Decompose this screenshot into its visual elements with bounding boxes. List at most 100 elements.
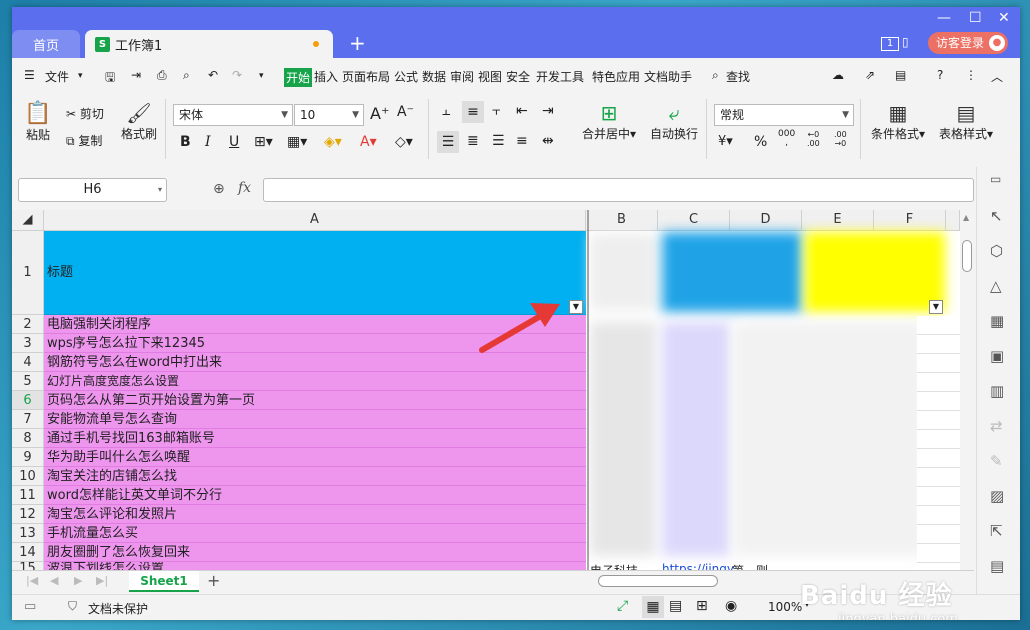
cell-a[interactable]: 幻灯片高度宽度怎么设置 [44,372,586,391]
chart-icon[interactable]: ▥ [990,382,1004,400]
decrease-decimal-icon[interactable]: .00 →0 [834,130,847,148]
filter-dropdown-icon[interactable]: ▼ [929,300,943,314]
minimize-icon[interactable]: — [937,10,951,26]
cell-a[interactable]: word怎样能让英文单词不分行 [44,486,586,505]
save-icon[interactable]: 🖫 [105,68,115,89]
tab-workbook[interactable]: S 工作簿1 [85,30,333,58]
column-header-d[interactable]: D [730,210,802,231]
cut-button[interactable]: ✂ 剪切 [66,105,104,122]
print-preview-icon[interactable]: ⌕ [183,68,190,83]
row-header[interactable]: 7 [12,410,44,429]
column-header-g[interactable] [946,210,960,231]
cell-a[interactable]: 波浪下划线怎么设置 [44,562,586,570]
align-center-icon[interactable]: ≣ [467,133,479,149]
wrap-text-button[interactable]: ⤶ 自动换行 [648,101,700,142]
column-header-b[interactable]: B [586,210,658,231]
vertical-scroll-thumb[interactable] [962,240,972,272]
menu-home[interactable]: 开始 [284,68,313,87]
percent-icon[interactable]: % [754,134,767,150]
cell-a[interactable]: 页码怎么从第二页开始设置为第一页 [44,391,586,410]
select-all-corner[interactable]: ◢ [12,210,44,231]
menu-formula[interactable]: 公式 [394,68,418,85]
hamburger-icon[interactable]: ☰ [24,68,35,82]
format-painter-button[interactable]: 🖌 格式刷 [119,101,159,142]
horizontal-scroll-thumb[interactable] [598,575,718,587]
collaboration-icon[interactable]: ▤ [895,68,906,82]
style-icon[interactable]: △ [990,277,1002,295]
cell-a[interactable]: 淘宝关注的店铺怎么找 [44,467,586,486]
border-icon[interactable]: ⊞▾ [254,134,273,150]
cell-a[interactable]: 淘宝怎么评论和发照片 [44,505,586,524]
edit-icon[interactable]: ✎ [990,452,1003,470]
maximize-icon[interactable]: ☐ [969,10,982,26]
row-header[interactable]: 1 [12,231,44,315]
increase-decimal-icon[interactable]: ←0.00 [807,130,820,148]
sidebar-collapse-icon[interactable]: ▭ [990,172,1001,186]
merge-center-button[interactable]: ⊞ 合并居中▾ [578,101,640,142]
zoom-formula-icon[interactable]: ⊕ [213,181,225,197]
font-name-select[interactable]: 宋体 ▼ [173,104,293,126]
zoom-level[interactable]: 100% [768,600,802,614]
share-out-icon[interactable]: ⇱ [990,522,1003,540]
cell-a[interactable]: 钢筋符号怎么在word中打出来 [44,353,586,372]
row-header[interactable]: 12 [12,505,44,524]
apps-icon[interactable]: ▣ [990,347,1004,365]
bold-icon[interactable]: B [180,134,191,150]
number-format-select[interactable]: 常规 ▼ [714,104,854,126]
menu-search[interactable]: 查找 [726,68,750,85]
cell-a[interactable]: 电脑强制关闭程序 [44,315,586,334]
row-header[interactable]: 11 [12,486,44,505]
cell-a[interactable]: 安能物流单号怎么查询 [44,410,586,429]
decrease-font-icon[interactable]: A⁻ [397,104,414,120]
eye-protect-icon[interactable]: ◉ [725,598,737,614]
fx-icon[interactable]: fx [238,180,251,196]
align-middle-icon[interactable]: ≡ [462,101,484,123]
italic-icon[interactable]: I [205,134,211,150]
align-left-icon[interactable]: ☰ [437,131,459,153]
row-header-selected[interactable]: 6 [12,391,44,410]
row-header[interactable]: 3 [12,334,44,353]
cell-a[interactable]: 华为助手叫什么怎么唤醒 [44,448,586,467]
table-style-button[interactable]: ▤ 表格样式▾ [934,101,998,142]
menu-insert[interactable]: 插入 [314,68,338,85]
first-sheet-icon[interactable]: |◀ [26,574,38,587]
layout-icon[interactable]: ▯ [902,35,909,49]
collapse-ribbon-icon[interactable]: ︿ [991,68,1003,85]
menu-page-layout[interactable]: 页面布局 [342,68,390,85]
align-right-icon[interactable]: ☰ [492,133,505,149]
fill-color-icon[interactable]: ◈▾ [324,134,342,150]
decrease-indent-icon[interactable]: ⇤ [516,103,528,119]
normal-view-icon[interactable]: ▦ [642,596,664,618]
menu-special[interactable]: 特色应用 [592,68,640,85]
menu-view[interactable]: 视图 [478,68,502,85]
column-header-a[interactable]: A [44,210,586,231]
window-count-badge[interactable]: 1 [881,37,899,51]
header-cell-a1[interactable]: 标题 [44,231,586,315]
cell-d15[interactable]: 第一则 [732,562,768,570]
chevron-down-icon[interactable]: ▾ [78,71,83,81]
guest-login-button[interactable]: 访客登录 ● [928,32,1008,54]
new-tab-button[interactable]: + [349,31,366,55]
add-sheet-button[interactable]: + [207,571,220,590]
increase-indent-icon[interactable]: ⇥ [542,103,554,119]
page-break-view-icon[interactable]: ⊞ [696,598,708,614]
underline-icon[interactable]: U [229,134,239,150]
row-header[interactable]: 14 [12,543,44,562]
last-sheet-icon[interactable]: ▶| [96,574,108,587]
help-icon[interactable]: ? [937,68,943,82]
more-icon[interactable]: ⋮ [965,68,977,82]
shapes-icon[interactable]: ⬡ [990,242,1003,260]
menu-data[interactable]: 数据 [422,68,446,85]
cell-a[interactable]: wps序号怎么拉下来12345 [44,334,586,353]
thousands-icon[interactable]: 000, [778,130,795,148]
row-header[interactable]: 4 [12,353,44,372]
row-header[interactable]: 13 [12,524,44,543]
filter-dropdown-icon[interactable]: ▼ [569,300,583,314]
fill-pattern-icon[interactable]: ▦▾ [287,134,307,150]
menu-doc-assistant[interactable]: 文档助手 [644,68,692,85]
protection-status[interactable]: 文档未保护 [88,600,148,617]
sheet-layout-icon[interactable]: ▭ [24,599,36,614]
clear-format-icon[interactable]: ◇▾ [395,134,413,150]
menu-file[interactable]: 文件 [45,68,69,85]
print-icon[interactable]: ⎙ [157,68,167,83]
